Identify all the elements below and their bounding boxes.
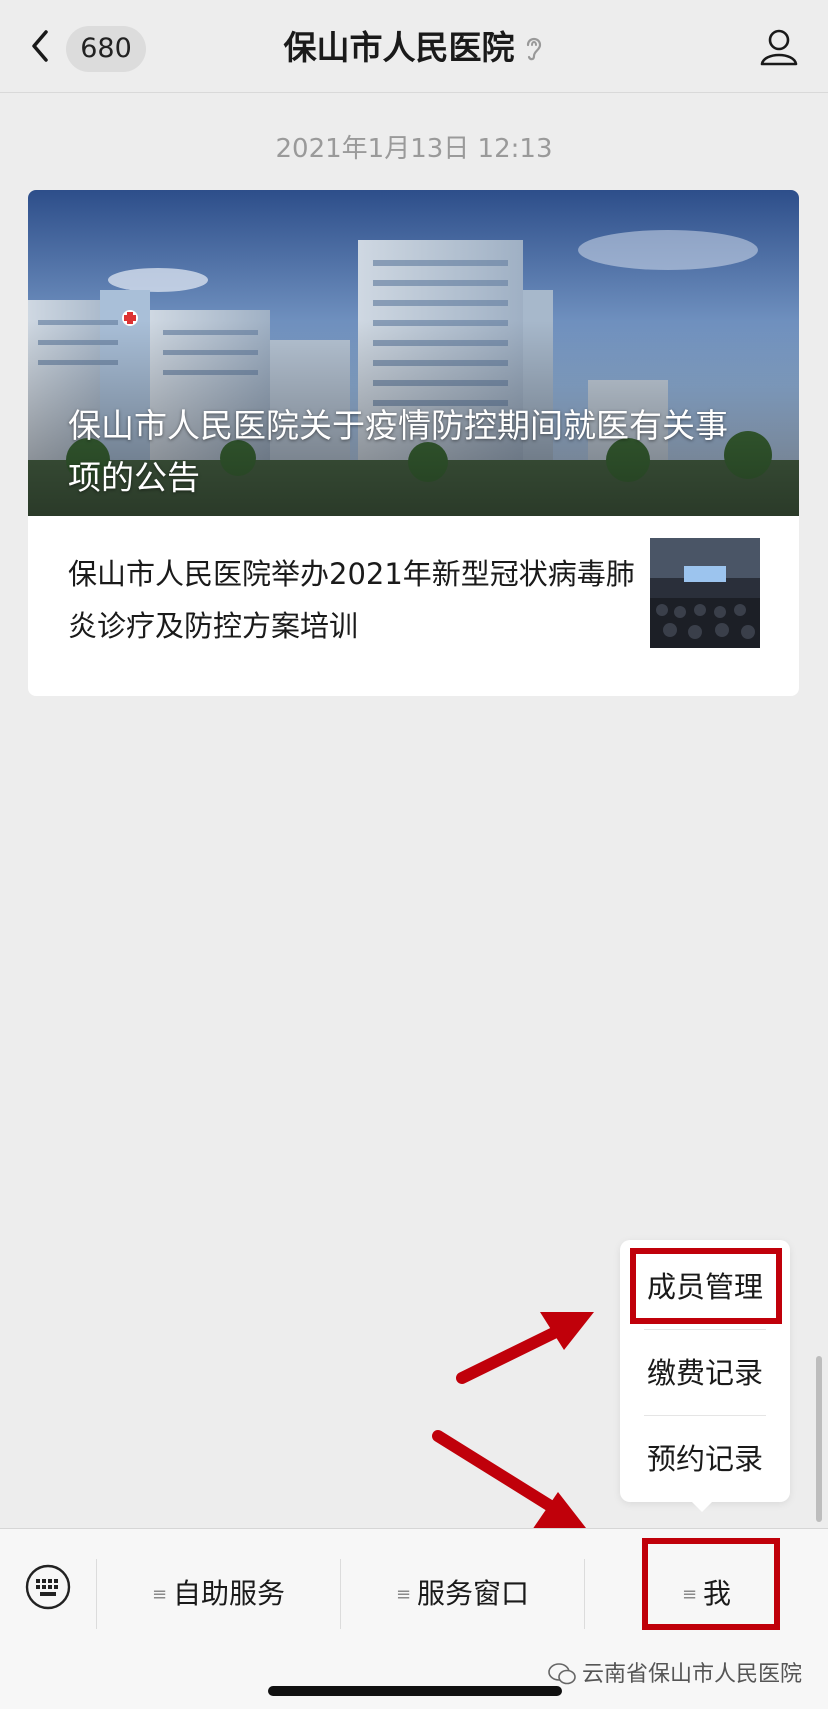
- article-cover[interactable]: 保山市人民医院关于疫情防控期间就医有关事项的公告: [28, 190, 799, 516]
- list-icon: ≡: [151, 1584, 168, 1605]
- article-card[interactable]: 保山市人民医院关于疫情防控期间就医有关事项的公告 保山市人民医院举办2021年新…: [28, 190, 799, 696]
- scrollbar[interactable]: [816, 1356, 822, 1522]
- navigation-bar: 680 保山市人民医院: [0, 0, 828, 93]
- watermark-text: 云南省保山市人民医院: [581, 1662, 802, 1687]
- page-title: 保山市人民医院: [0, 26, 828, 70]
- home-indicator[interactable]: [268, 1686, 562, 1696]
- conference-thumbnail-image: [650, 538, 760, 648]
- tab-self-service[interactable]: ≡ 自助服务: [97, 1559, 340, 1629]
- highlight-box-me-tab: [642, 1538, 780, 1630]
- menu-item-appointment-records[interactable]: 预约记录: [620, 1416, 790, 1502]
- list-icon: ≡: [395, 1584, 412, 1605]
- highlight-box-member-management: [630, 1248, 782, 1324]
- keyboard-icon: [25, 1564, 71, 1610]
- watermark: 云南省保山市人民医院: [548, 1656, 802, 1688]
- page-title-text: 保山市人民医院: [283, 28, 515, 67]
- tab-label: 服务窗口: [417, 1577, 530, 1610]
- profile-button[interactable]: [758, 26, 800, 68]
- user-icon: [760, 29, 798, 66]
- ear-icon: [526, 37, 541, 61]
- arrow-to-me-tab-icon: [432, 1430, 586, 1530]
- tab-label: 自助服务: [173, 1577, 286, 1610]
- tab-service-window[interactable]: ≡ 服务窗口: [341, 1559, 584, 1629]
- message-timestamp: 2021年1月13日 12:13: [275, 134, 553, 164]
- article-cover-title: 保山市人民医院关于疫情防控期间就医有关事项的公告: [68, 406, 728, 497]
- article-sub-item[interactable]: 保山市人民医院举办2021年新型冠状病毒肺炎诊疗及防控方案培训: [28, 516, 799, 696]
- wechat-icon: [548, 1663, 576, 1685]
- arrow-to-menu-icon: [456, 1312, 594, 1384]
- article-sub-title: 保山市人民医院举办2021年新型冠状病毒肺炎诊疗及防控方案培训: [68, 557, 635, 643]
- menu-item-payment-records[interactable]: 缴费记录: [620, 1330, 790, 1416]
- keyboard-toggle-button[interactable]: [24, 1563, 72, 1611]
